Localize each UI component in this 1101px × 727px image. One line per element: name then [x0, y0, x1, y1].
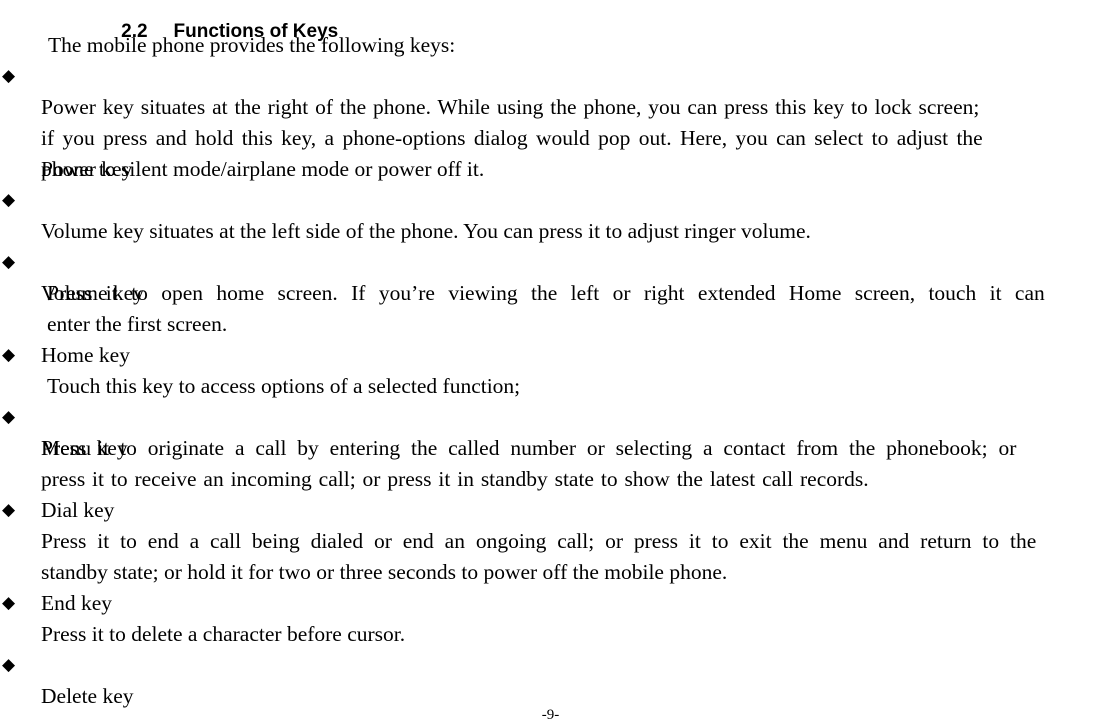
list-item-power-key: ◆ Power key	[0, 61, 1101, 181]
body-line: standby state; or hold it for two or thr…	[41, 560, 728, 584]
body-line: Volume key situates at the left side of …	[41, 219, 811, 243]
diamond-bullet-icon: ◆	[2, 407, 16, 427]
page-number-footer: -9-	[541, 707, 560, 723]
list-item-dial-key: ◆ Dial key	[0, 402, 1101, 522]
body-line: Press it to delete a character before cu…	[41, 622, 406, 646]
list-item-delete-key: ◆ Delete key	[0, 588, 1101, 708]
diamond-bullet-icon: ◆	[2, 345, 16, 365]
diamond-bullet-icon: ◆	[2, 252, 16, 272]
list-item-volume-key: ◆ Volume key	[0, 185, 1101, 305]
body-line: enter the first screen.	[47, 312, 228, 336]
diamond-bullet-icon: ◆	[2, 593, 16, 613]
list-item-end-key: ◆ End key	[0, 495, 1101, 615]
list-item-menu-key: ◆ Menu key	[0, 340, 1101, 460]
diamond-bullet-icon: ◆	[2, 190, 16, 210]
document-page: 2.2 Functions of Keys The mobile phone pr…	[0, 0, 1101, 727]
body-line: Power key situates at the right of the p…	[41, 95, 980, 119]
body-line: Press it to end a call being dialed or e…	[41, 529, 1037, 553]
body-line: press it to receive an incoming call; or…	[41, 467, 869, 491]
body-line: if you press and hold this key, a phone-…	[41, 126, 983, 150]
body-line: Press it to originate a call by entering…	[41, 436, 1017, 460]
intro-paragraph: The mobile phone provides the following …	[48, 33, 456, 57]
diamond-bullet-icon: ◆	[2, 655, 16, 675]
document-body: The mobile phone provides the following …	[0, 30, 1101, 708]
body-line: Press it to open home screen. If you’re …	[47, 281, 1045, 305]
diamond-bullet-icon: ◆	[2, 66, 16, 86]
list-item-home-key: ◆ Home key	[0, 247, 1101, 367]
diamond-bullet-icon: ◆	[2, 500, 16, 520]
list-item-linefeed: ◆ Linefeed	[0, 650, 1101, 681]
body-line: Touch this key to access options of a se…	[47, 374, 521, 398]
body-line: phone to silent mode/airplane mode or po…	[41, 157, 485, 181]
